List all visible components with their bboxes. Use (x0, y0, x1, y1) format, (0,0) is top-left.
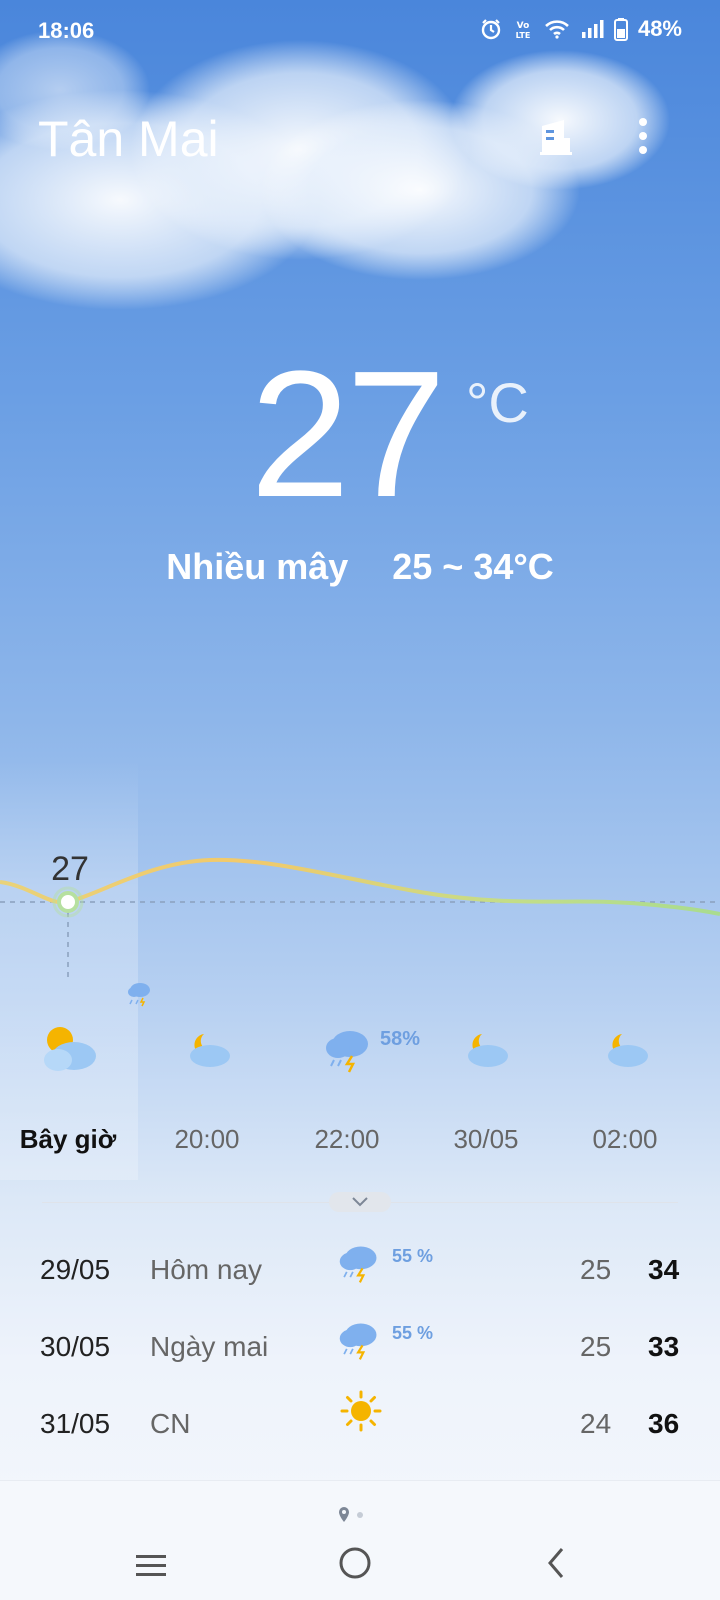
cloudy-night-icon (468, 1034, 508, 1067)
nav-home-icon[interactable] (337, 1545, 373, 1581)
current-temperature: 27 (250, 334, 446, 535)
thunderstorm-icon (339, 1323, 377, 1360)
page-dot (357, 1512, 363, 1518)
hourly-temp-chart: 27 (0, 850, 720, 1007)
daily-row[interactable]: 30/05 Ngày mai 55 % 25 33 (0, 1319, 720, 1379)
day-date: 29/05 (40, 1254, 111, 1285)
chevron-down-icon (352, 1197, 368, 1207)
hour-label[interactable]: 20:00 (137, 1124, 277, 1155)
hour-label-now[interactable]: Bây giờ (0, 1124, 138, 1155)
volte-icon: Vo LTE (516, 21, 531, 40)
day-date: 30/05 (40, 1331, 111, 1362)
day-name: CN (150, 1408, 191, 1439)
nav-menu-icon[interactable] (134, 1551, 168, 1581)
condition-text: Nhiều mây (166, 546, 349, 587)
day-high: 34 (648, 1254, 680, 1285)
temperature-range: 25 ~ 34°C (392, 546, 554, 587)
location-pin-icon (339, 1507, 349, 1522)
svg-text:LTE: LTE (516, 31, 531, 40)
day-low: 25 (580, 1254, 612, 1285)
expand-forecast-button[interactable] (329, 1192, 391, 1212)
temp-curve (0, 857, 720, 916)
daily-row[interactable]: 29/05 Hôm nay 55 % 25 34 (0, 1242, 720, 1302)
hourly-labels[interactable]: Bây giờ 20:00 22:00 30/05 02:00 (0, 1124, 720, 1164)
thunderstorm-icon (326, 1031, 368, 1073)
hour-label[interactable]: 22:00 (277, 1124, 417, 1155)
hour-label[interactable]: 02:00 (555, 1124, 695, 1155)
nav-back-icon[interactable] (544, 1545, 568, 1581)
hour-label[interactable]: 30/05 (416, 1124, 556, 1155)
svg-text:Vo: Vo (517, 21, 530, 31)
city-list-button[interactable] (536, 116, 576, 156)
status-time: 18:06 (38, 18, 95, 43)
battery-icon (613, 18, 628, 41)
partly-cloudy-day-icon (44, 1027, 96, 1071)
more-vert-icon (639, 118, 647, 154)
more-button[interactable] (628, 114, 658, 158)
header: Tân Mai (0, 100, 720, 170)
bottom-area (0, 1480, 720, 1600)
day-high: 36 (648, 1408, 680, 1439)
status-bar: 18:06 Vo LTE 48% (0, 0, 720, 60)
signal-icon (581, 20, 604, 38)
precip-2200: 58% (380, 1028, 421, 1050)
cloudy-night-icon (608, 1034, 648, 1067)
battery-level: 48% (637, 16, 682, 41)
small-rain-icon (128, 983, 150, 1007)
building-icon (540, 120, 572, 155)
sunny-icon (340, 1390, 382, 1432)
day-precip: 55 % (392, 1246, 434, 1266)
cloudy-night-icon (190, 1034, 230, 1067)
day-high: 33 (648, 1331, 680, 1362)
day-low: 25 (580, 1331, 612, 1362)
wifi-icon (545, 20, 569, 39)
condition-line: Nhiều mây 25 ~ 34°C (0, 546, 720, 588)
day-precip: 55 % (392, 1323, 434, 1343)
city-name[interactable]: Tân Mai (38, 110, 219, 168)
hourly-icons: 58% (0, 1027, 720, 1100)
day-low: 24 (580, 1408, 612, 1439)
day-date: 31/05 (40, 1408, 111, 1439)
alarm-icon (481, 19, 501, 40)
daily-row[interactable]: 31/05 CN 24 36 (0, 1390, 720, 1456)
thunderstorm-icon (339, 1246, 377, 1283)
temperature-unit: °C (466, 371, 529, 434)
day-name: Ngày mai (150, 1331, 269, 1362)
day-name: Hôm nay (150, 1254, 263, 1285)
current-temp-label: 27 (51, 850, 89, 888)
page-indicator (339, 1507, 363, 1522)
now-marker-dot (57, 891, 79, 913)
